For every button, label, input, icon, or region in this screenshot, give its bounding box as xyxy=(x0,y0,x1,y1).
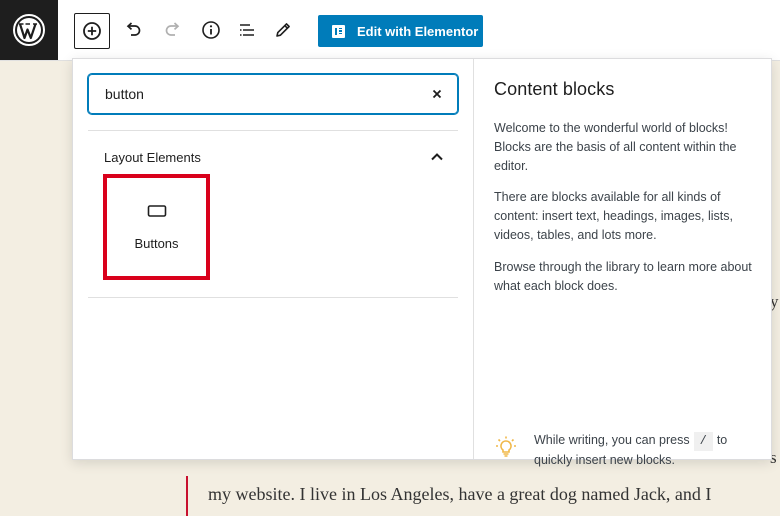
inserter-block-list: Layout Elements Buttons xyxy=(73,59,473,459)
tip-text: While writing, you can press / to quickly … xyxy=(534,431,756,470)
block-item-buttons[interactable]: Buttons xyxy=(103,174,210,280)
block-search[interactable] xyxy=(88,74,458,114)
lightbulb-icon xyxy=(496,436,516,457)
undo-button[interactable] xyxy=(117,14,149,46)
list-view-icon xyxy=(240,24,254,36)
info-title: Content blocks xyxy=(494,79,615,99)
wordpress-logo[interactable] xyxy=(0,0,58,60)
close-icon xyxy=(432,89,442,99)
divider xyxy=(88,130,458,131)
edit-with-elementor-button[interactable]: Edit with Elementor xyxy=(318,15,483,47)
block-search-input[interactable] xyxy=(105,86,427,102)
editor-paragraph[interactable]: my website. I live in Los Angeles, have … xyxy=(208,484,711,505)
redo-button[interactable] xyxy=(157,14,189,46)
category-title: Layout Elements xyxy=(104,149,201,165)
category-header-layout-elements[interactable]: Layout Elements xyxy=(104,148,444,166)
divider xyxy=(88,297,458,298)
shortcut-key: / xyxy=(693,432,713,451)
clear-search-button[interactable] xyxy=(427,84,447,104)
editor-toolbar: Edit with Elementor xyxy=(0,0,780,61)
block-item-label: Buttons xyxy=(134,236,179,251)
add-block-button[interactable] xyxy=(74,13,110,49)
inserter-tip: While writing, you can press / to quickly … xyxy=(494,431,756,470)
redo-icon xyxy=(165,22,180,36)
edit-with-elementor-label: Edit with Elementor xyxy=(357,23,479,39)
block-inserter-panel: Layout Elements Buttons Content blocks W… xyxy=(72,58,772,467)
wordpress-icon xyxy=(13,14,45,46)
pencil-icon xyxy=(276,23,290,37)
button-block-icon xyxy=(147,205,166,217)
tools-button[interactable] xyxy=(267,14,299,46)
block-library-info: Content blocks Welcome to the wonderful … xyxy=(473,59,771,467)
elementor-icon xyxy=(332,24,345,38)
editor-block-border xyxy=(186,476,188,516)
tip-text-start: While writing, you can press xyxy=(534,433,690,447)
list-view-button[interactable] xyxy=(231,14,263,46)
info-paragraph: Browse through the library to learn more… xyxy=(494,260,752,293)
info-paragraph: Welcome to the wonderful world of blocks… xyxy=(494,121,737,173)
details-button[interactable] xyxy=(195,14,227,46)
chevron-up-icon[interactable] xyxy=(430,150,444,164)
add-block-icon xyxy=(83,22,101,40)
undo-icon xyxy=(126,22,141,36)
info-icon xyxy=(202,21,220,39)
info-paragraph: There are blocks available for all kinds… xyxy=(494,190,734,242)
